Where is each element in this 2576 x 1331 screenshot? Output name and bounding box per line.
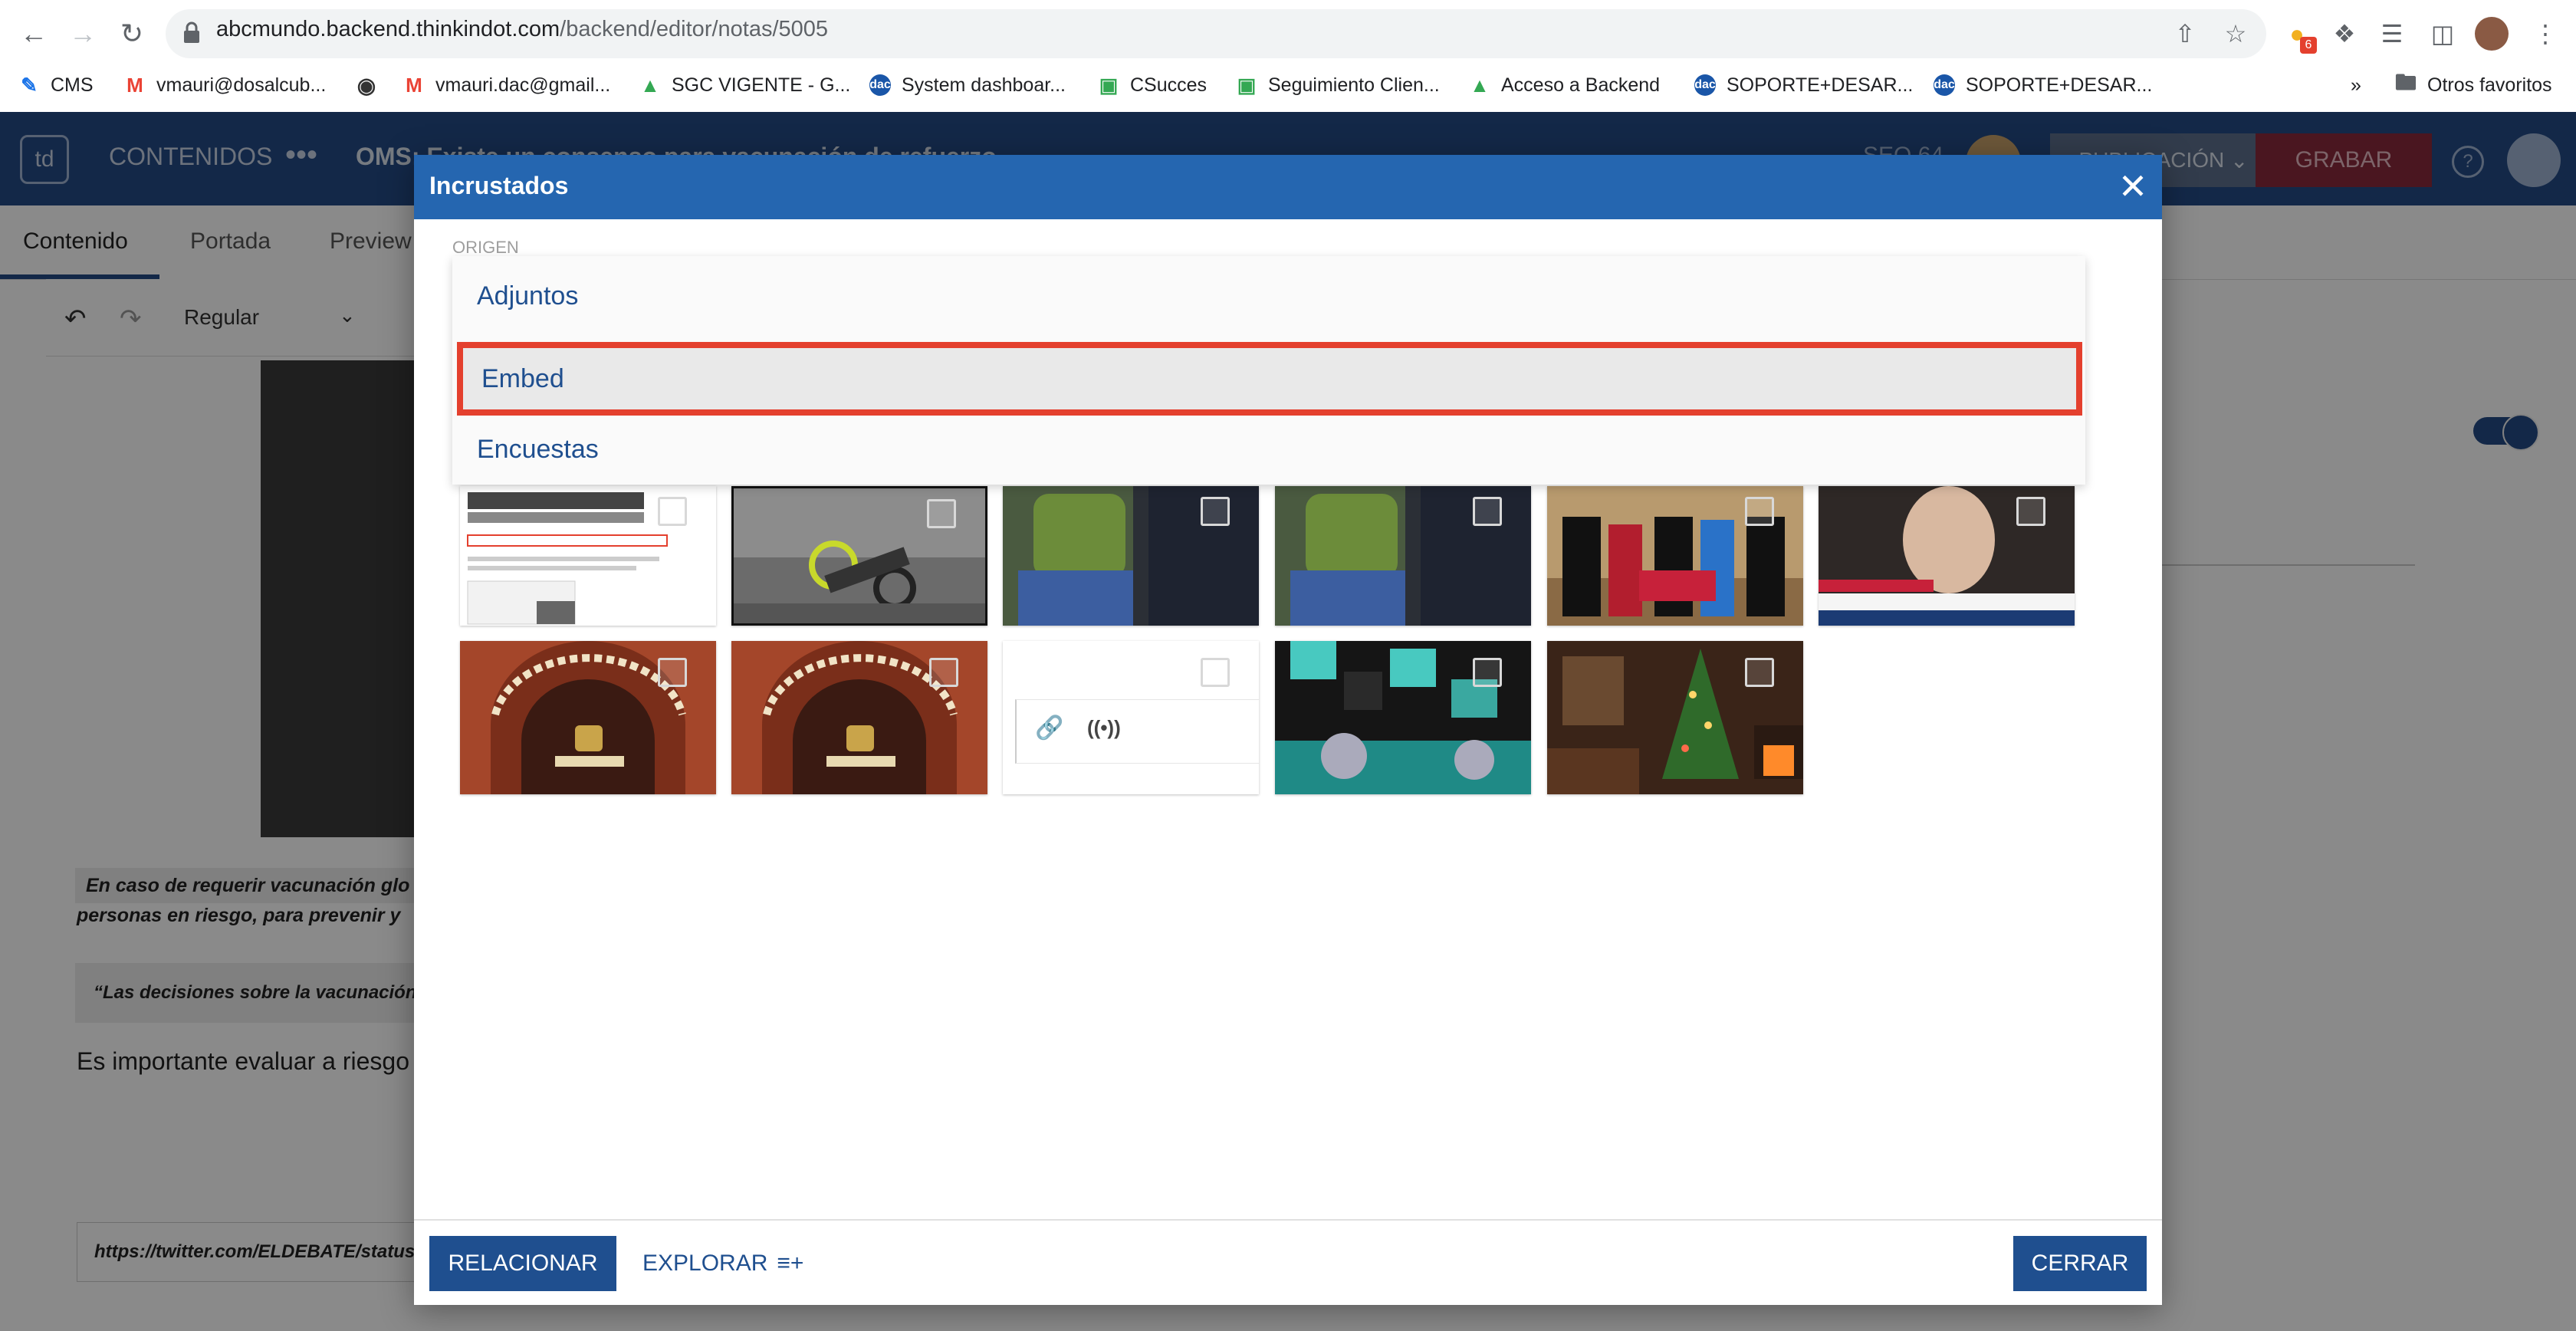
share-icon[interactable]: ⇧	[2168, 17, 2202, 51]
forward-icon[interactable]: →	[64, 15, 101, 52]
select-checkbox[interactable]	[1201, 658, 1230, 687]
url-path: /backend/editor/notas/5005	[560, 17, 829, 41]
select-checkbox[interactable]	[1473, 658, 1502, 687]
select-checkbox[interactable]	[658, 658, 687, 687]
globe-icon: ◉	[356, 73, 376, 97]
dac-icon: dac	[869, 74, 891, 96]
select-checkbox[interactable]	[929, 658, 958, 687]
thumbnail-woman-green-sweater-2[interactable]	[1275, 486, 1531, 626]
extensions-puzzle-icon[interactable]: ❖	[2328, 17, 2361, 51]
drive-icon: ▲	[1470, 73, 1490, 97]
select-checkbox[interactable]	[1745, 658, 1774, 687]
thumbnail-correos-telegrafos-2[interactable]	[731, 641, 987, 794]
drive-icon: ▲	[640, 73, 660, 97]
side-panel-icon[interactable]: ◫	[2426, 17, 2459, 51]
select-checkbox[interactable]	[2016, 497, 2045, 526]
dac-icon: dac	[1934, 74, 1955, 96]
profile-avatar[interactable]	[2475, 17, 2509, 51]
folder-icon: 🖿	[2395, 71, 2417, 94]
dac-icon: dac	[1694, 74, 1716, 96]
relate-button[interactable]: RELACIONAR	[429, 1236, 616, 1291]
url-host: abcmundo.backend.thinkindot.com	[216, 17, 560, 41]
select-checkbox[interactable]	[1473, 497, 1502, 526]
bookmark-star-icon[interactable]: ☆	[2219, 17, 2252, 51]
modal-title: Incrustados	[429, 172, 569, 199]
bookmark-item[interactable]: ▣ CSucces	[1098, 72, 1207, 98]
origin-label: ORIGEN	[452, 238, 519, 257]
explore-button[interactable]: EXPLORAR ≡+	[642, 1236, 803, 1291]
bookmark-folder-other[interactable]: 🖿 Otros favoritos	[2395, 71, 2552, 98]
thumbnail-tv-statue-broadcast[interactable]	[1819, 486, 2075, 626]
option-adjuntos[interactable]: Adjuntos	[452, 259, 2085, 333]
bookmark-item[interactable]: ▲ Acceso a Backend	[1469, 72, 1660, 98]
select-checkbox[interactable]	[1201, 497, 1230, 526]
menu-kebab-icon[interactable]: ⋮	[2528, 17, 2562, 51]
thumbnail-christmas-tree-room[interactable]	[1547, 641, 1803, 794]
close-icon[interactable]: ✕	[2114, 164, 2151, 209]
bookmark-item[interactable]: ◉	[356, 72, 388, 98]
thumbnail-teal-cubes-spheres[interactable]	[1275, 641, 1531, 794]
thumbnail-motorcycle-stunt[interactable]	[731, 486, 987, 626]
reload-icon[interactable]: ↻	[113, 15, 150, 52]
bookmark-item[interactable]: Mvmauri@dosalcub...	[124, 72, 326, 98]
extension-badge: 6	[2300, 37, 2317, 54]
thumbnail-correos-telegrafos-1[interactable]	[460, 641, 716, 794]
modal-footer-divider	[414, 1219, 2162, 1221]
thumbnail-academic-ceremony[interactable]	[1547, 486, 1803, 626]
bookmark-item[interactable]: ▣ Seguimiento Clien...	[1236, 72, 1440, 98]
lock-icon	[184, 21, 199, 43]
link-icon: 🔗	[1035, 715, 1064, 741]
meet-icon: ▣	[1237, 73, 1257, 97]
bookmark-item[interactable]: ▲ SGC VIGENTE - G...	[639, 72, 850, 98]
broadcast-icon: ((•))	[1087, 716, 1121, 739]
bookmark-item[interactable]: dac SOPORTE+DESAR...	[1934, 72, 2152, 98]
edit-icon: ✎	[21, 73, 38, 97]
select-checkbox[interactable]	[927, 499, 956, 528]
close-button[interactable]: CERRAR	[2013, 1236, 2147, 1291]
gmail-icon: M	[127, 73, 143, 97]
bookmark-item[interactable]: dac SOPORTE+DESAR...	[1694, 72, 1913, 98]
thumbnail-embed-link-card[interactable]: 🔗 ((•))	[1003, 641, 1259, 794]
bookmark-item[interactable]: dac System dashboar...	[869, 72, 1066, 98]
select-checkbox[interactable]	[1745, 497, 1774, 526]
thumbnail-woman-green-sweater-1[interactable]	[1003, 486, 1259, 626]
url-text[interactable]: abcmundo.backend.thinkindot.com/backend/…	[216, 17, 828, 42]
meet-icon: ▣	[1099, 73, 1119, 97]
gmail-icon: M	[406, 73, 422, 97]
thumbnail-screenshot-doc[interactable]	[460, 486, 716, 626]
bookmarks-overflow[interactable]: »	[2351, 72, 2361, 98]
bookmark-item[interactable]: Mvmauri.dac@gmail...	[403, 72, 610, 98]
playlist-add-icon: ≡+	[777, 1250, 804, 1276]
select-checkbox[interactable]	[658, 497, 687, 526]
bookmark-item[interactable]: ✎ CMS	[18, 72, 93, 98]
option-embed[interactable]: Embed	[457, 342, 2082, 416]
option-encuestas[interactable]: Encuestas	[452, 412, 2085, 486]
back-icon[interactable]: ←	[15, 15, 52, 52]
media-queue-icon[interactable]: ☰	[2375, 17, 2409, 51]
modal-header	[414, 155, 2162, 219]
